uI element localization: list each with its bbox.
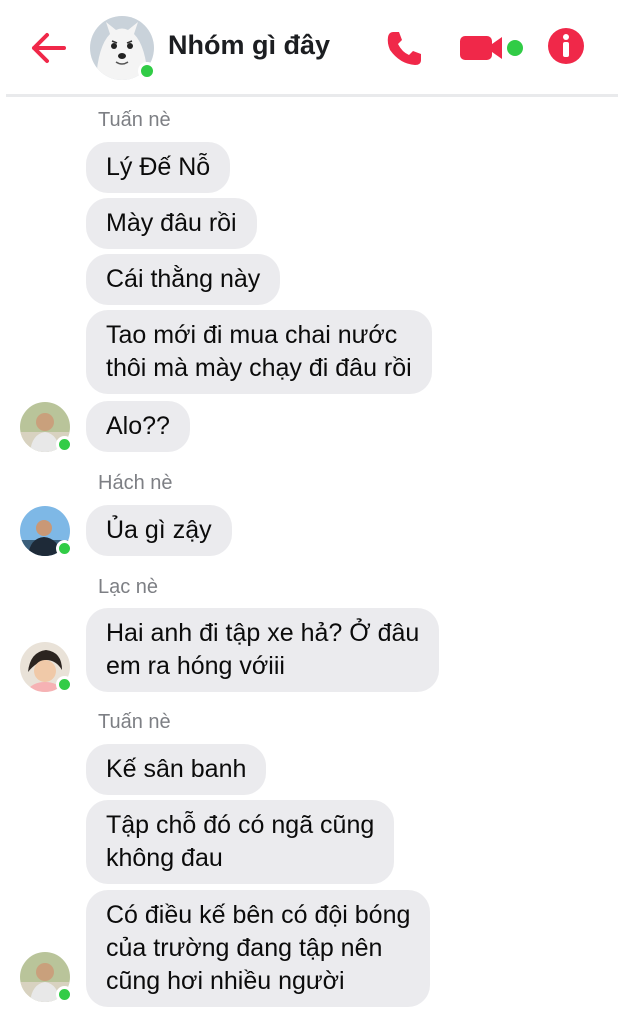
message-bubble[interactable]: Ủa gì zậy	[86, 505, 232, 556]
message-text: Tập chỗ đó có ngã cũng	[106, 811, 375, 839]
message-text: Lý Đế Nỗ	[106, 153, 211, 181]
message-bubble[interactable]: Lý Đế Nỗ	[86, 142, 231, 193]
message-text: thôi mà mày chạy đi đâu rồi	[106, 354, 412, 382]
message-text: không đau	[106, 844, 223, 872]
message-text: Có điều kế bên có đội bóng	[106, 901, 411, 929]
arrow-left-icon	[32, 33, 66, 63]
message-bubble[interactable]: Tao mới đi mua chai nước thôi mà mày chạ…	[86, 310, 432, 394]
message-text: Kế sân banh	[106, 755, 247, 783]
back-button[interactable]	[26, 28, 70, 68]
message-bubble[interactable]: Có điều kế bên có đội bóng của trường đa…	[86, 890, 431, 1007]
avatar[interactable]	[20, 642, 73, 694]
video-call-button[interactable]	[458, 32, 528, 64]
info-icon	[548, 28, 584, 64]
message-bubble[interactable]: Mày đâu rồi	[86, 198, 257, 249]
online-indicator	[56, 436, 73, 453]
sender-name: Hách nè	[98, 472, 173, 494]
online-indicator	[56, 676, 73, 693]
sender-name: Tuấn nè	[98, 711, 171, 733]
message-text: Cái thằng này	[106, 265, 261, 293]
message-bubble[interactable]: Alo??	[86, 401, 190, 452]
message-text: của trường đang tập nên	[106, 934, 383, 962]
message-text: Ủa gì zậy	[106, 516, 212, 544]
message-bubble[interactable]: Hai anh đi tập xe hả? Ở đâu em ra hóng v…	[86, 608, 440, 692]
sender-name: Tuấn nè	[98, 109, 171, 131]
video-camera-icon	[460, 36, 523, 60]
chat-title[interactable]: Nhóm gì đây	[168, 30, 330, 61]
message-text: Alo??	[106, 412, 170, 440]
info-button[interactable]	[546, 26, 586, 66]
header-divider	[6, 94, 618, 97]
message-bubble[interactable]: Tập chỗ đó có ngã cũng không đau	[86, 800, 395, 884]
avatar[interactable]	[20, 952, 73, 1004]
message-text: Tao mới đi mua chai nước	[106, 321, 398, 349]
message-text: em ra hóng vớiii	[106, 652, 285, 680]
avatar[interactable]	[20, 506, 73, 558]
online-indicator	[138, 62, 156, 80]
group-avatar[interactable]	[90, 16, 156, 80]
message-bubble[interactable]: Cái thằng này	[86, 254, 281, 305]
message-text: Hai anh đi tập xe hả? Ở đâu	[106, 619, 420, 647]
message-bubble[interactable]: Kế sân banh	[86, 744, 267, 795]
online-indicator	[56, 540, 73, 557]
message-text: cũng hơi nhiều người	[106, 967, 345, 995]
avatar[interactable]	[20, 402, 73, 454]
message-text: Mày đâu rồi	[106, 209, 237, 237]
voice-call-button[interactable]	[384, 28, 424, 68]
chat-header: Nhóm gì đây	[0, 0, 624, 97]
phone-icon	[387, 32, 421, 65]
online-indicator	[56, 986, 73, 1003]
sender-name: Lạc nè	[98, 576, 159, 598]
